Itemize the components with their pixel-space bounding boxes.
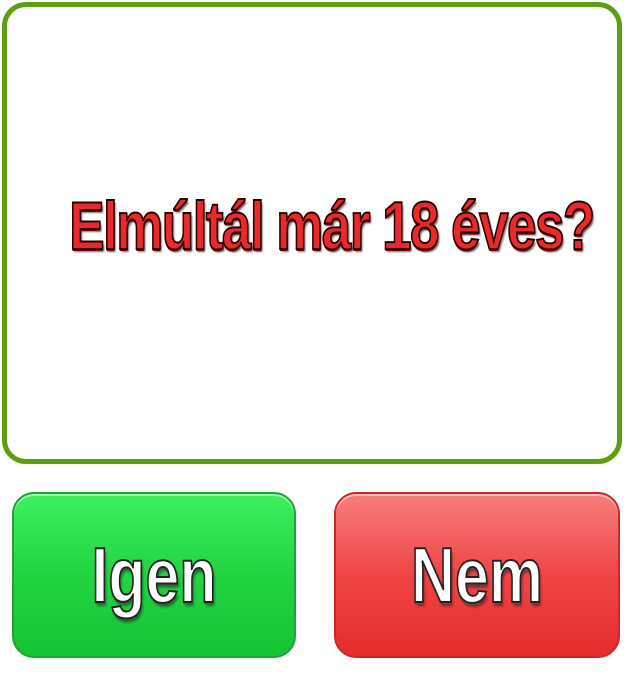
yes-button-label: Igen xyxy=(91,531,218,619)
no-button-label: Nem xyxy=(410,531,543,619)
no-button[interactable]: Nem xyxy=(334,492,620,658)
yes-button[interactable]: Igen xyxy=(12,492,296,658)
age-question: Elmúltál már 18 éves? xyxy=(69,187,597,265)
